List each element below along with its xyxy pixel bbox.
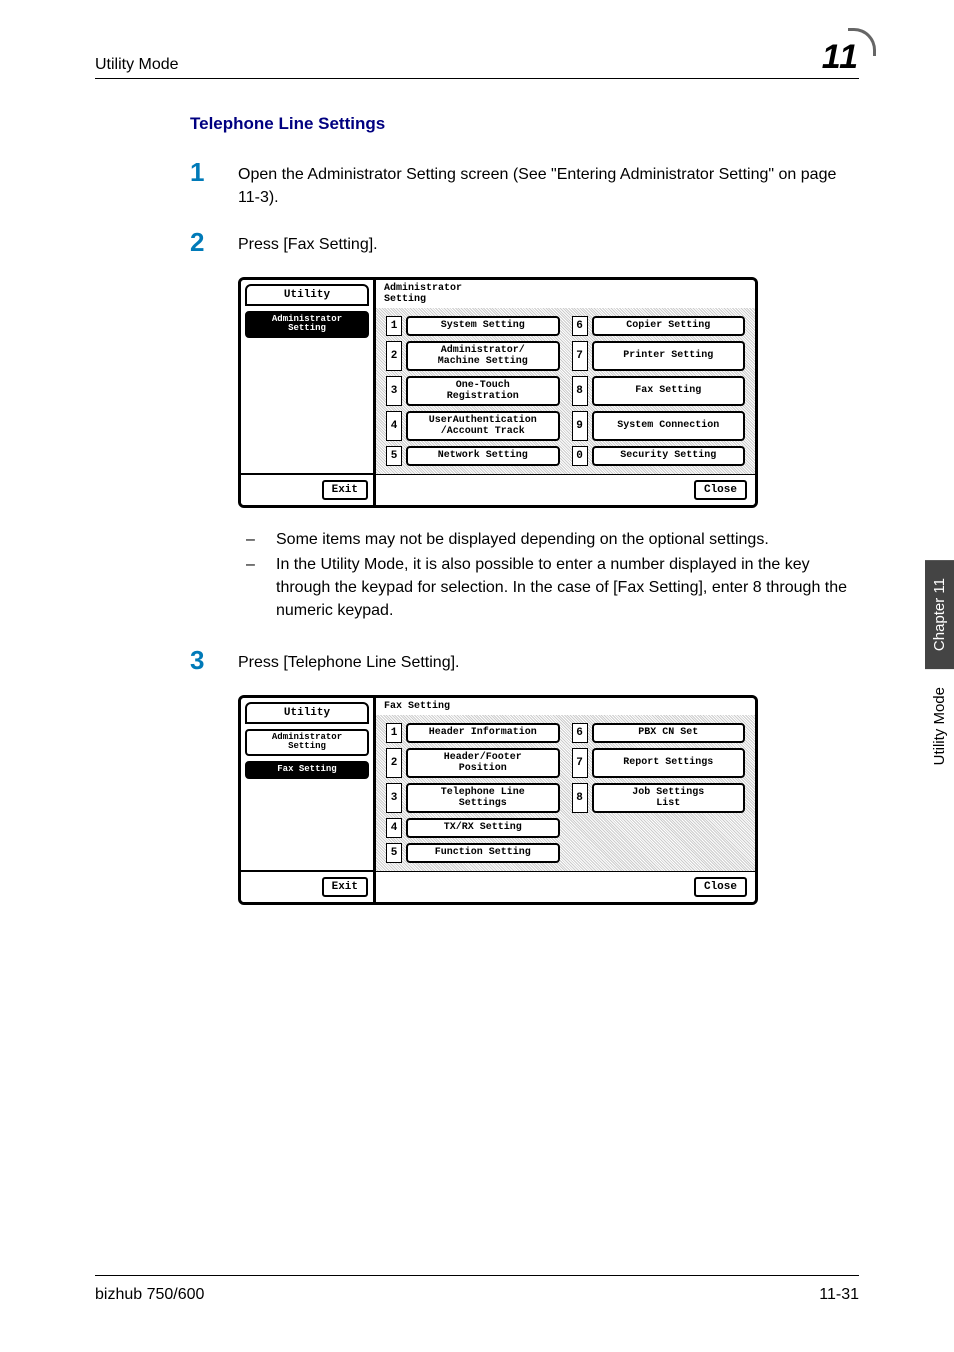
step-number: 1 [190,159,238,209]
item-num: 5 [386,843,402,863]
page-header: Utility Mode 11 [95,40,859,79]
txrx-setting-button[interactable]: TX/RX Setting [406,818,560,838]
system-setting-button[interactable]: System Setting [406,316,560,336]
step-number: 2 [190,229,238,256]
admin-machine-button[interactable]: Administrator/ Machine Setting [406,341,560,371]
item-num: 1 [386,723,402,743]
printer-setting-button[interactable]: Printer Setting [592,341,746,371]
step-3: 3 Press [Telephone Line Setting]. [190,647,859,674]
lcd-breadcrumb: Administrator Setting [376,280,755,308]
lcd-screenshot-2: Utility Administrator Setting Fax Settin… [238,695,758,905]
item-num: 2 [386,341,402,371]
side-tab-chapter: Chapter 11 [925,560,954,669]
pbx-cn-button[interactable]: PBX CN Set [592,723,746,743]
item-num: 6 [572,316,588,336]
item-num: 9 [572,411,588,441]
step-number: 3 [190,647,238,674]
system-connection-button[interactable]: System Connection [592,411,746,441]
footer-page: 11-31 [819,1286,859,1304]
item-num: 8 [572,783,588,813]
step-2: 2 Press [Fax Setting]. [190,229,859,256]
note-text: Some items may not be displayed dependin… [276,528,769,551]
side-tab: Chapter 11 Utility Mode [925,560,954,783]
report-settings-button[interactable]: Report Settings [592,748,746,778]
item-num: 6 [572,723,588,743]
item-num: 1 [386,316,402,336]
corner-decoration [848,28,876,56]
item-num: 7 [572,748,588,778]
close-button[interactable]: Close [694,877,747,897]
lcd-tab-admin[interactable]: Administrator Setting [245,311,369,339]
item-num: 3 [386,783,402,813]
lcd-tab-utility[interactable]: Utility [245,284,369,306]
bullet-dash: – [238,528,276,551]
close-button[interactable]: Close [694,480,747,500]
item-num: 2 [386,748,402,778]
header-section: Utility Mode [95,56,179,74]
bullet-dash: – [238,553,276,623]
notes-list: – Some items may not be displayed depend… [238,528,859,623]
userauth-button[interactable]: UserAuthentication /Account Track [406,411,560,441]
network-setting-button[interactable]: Network Setting [406,446,560,466]
item-num: 5 [386,446,402,466]
page-footer: bizhub 750/600 11-31 [95,1275,859,1304]
step-text: Open the Administrator Setting screen (S… [238,159,859,209]
item-num: 3 [386,376,402,406]
header-footer-button[interactable]: Header/Footer Position [406,748,560,778]
telephone-line-button[interactable]: Telephone Line Settings [406,783,560,813]
item-num: 7 [572,341,588,371]
item-num: 0 [572,446,588,466]
step-text: Press [Telephone Line Setting]. [238,647,459,674]
lcd-tab-utility[interactable]: Utility [245,702,369,724]
note-text: In the Utility Mode, it is also possible… [276,553,859,623]
lcd-screenshot-1: Utility Administrator Setting Exit Admin… [238,277,758,508]
item-num: 4 [386,818,402,838]
copier-setting-button[interactable]: Copier Setting [592,316,746,336]
lcd-tab-fax[interactable]: Fax Setting [245,761,369,779]
item-num: 4 [386,411,402,441]
section-title: Telephone Line Settings [190,114,859,134]
item-num: 8 [572,376,588,406]
exit-button[interactable]: Exit [322,480,368,500]
footer-model: bizhub 750/600 [95,1286,204,1304]
header-info-button[interactable]: Header Information [406,723,560,743]
side-tab-mode: Utility Mode [925,669,954,783]
step-text: Press [Fax Setting]. [238,229,378,256]
job-settings-button[interactable]: Job Settings List [592,783,746,813]
onetouch-button[interactable]: One-Touch Registration [406,376,560,406]
exit-button[interactable]: Exit [322,877,368,897]
step-1: 1 Open the Administrator Setting screen … [190,159,859,209]
security-setting-button[interactable]: Security Setting [592,446,746,466]
fax-setting-button[interactable]: Fax Setting [592,376,746,406]
function-setting-button[interactable]: Function Setting [406,843,560,863]
lcd-tab-admin[interactable]: Administrator Setting [245,729,369,757]
lcd-breadcrumb: Fax Setting [376,698,755,715]
